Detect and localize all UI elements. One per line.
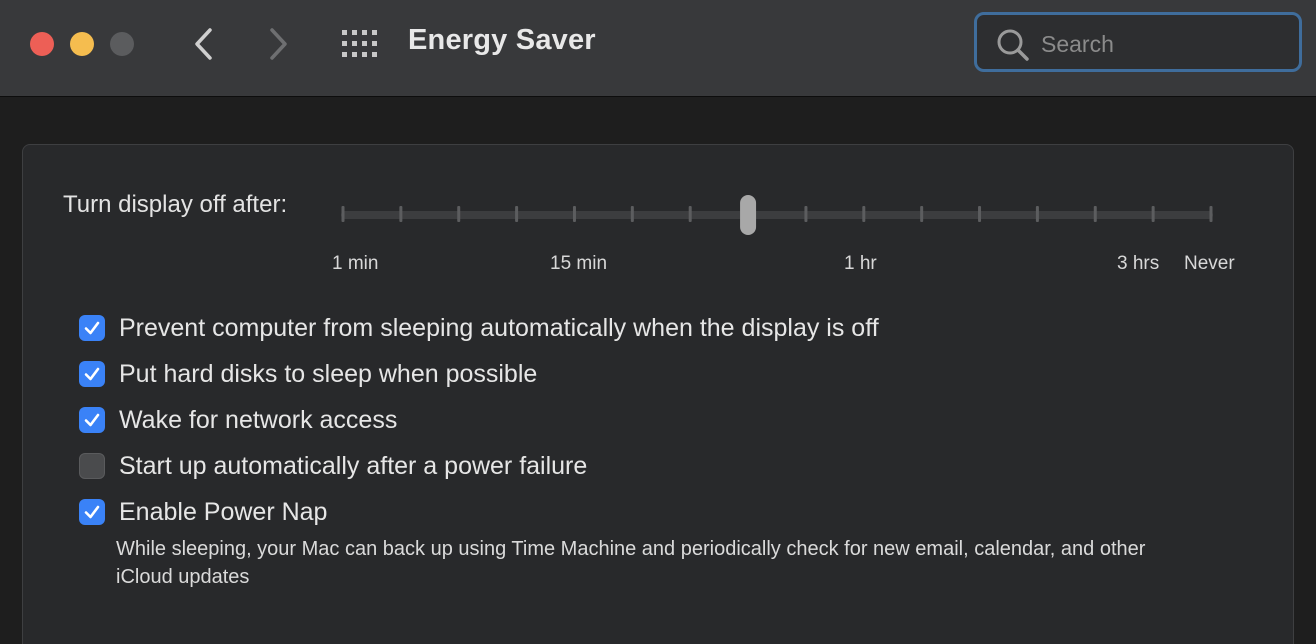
slider-tick [457, 206, 461, 222]
slider-tick [920, 206, 924, 222]
slider-label: Turn display off after: [63, 191, 288, 218]
forward-button[interactable] [260, 24, 296, 64]
zoom-button[interactable] [110, 32, 134, 56]
slider-tick [978, 206, 982, 222]
slider-tick [630, 206, 634, 222]
tick-label-1-min: 1 min [332, 253, 379, 274]
option-hard-disk-sleep[interactable]: Put hard disks to sleep when possible [79, 359, 537, 389]
tick-label-never: Never [1184, 253, 1235, 274]
window-title: Energy Saver [408, 24, 596, 56]
settings-panel: Turn display off after: 1 min 15 min 1 h… [22, 144, 1294, 644]
energy-saver-window: Energy Saver Turn display off after: 1 m… [0, 0, 1316, 644]
grid-icon [342, 30, 377, 57]
checkmark-icon [84, 367, 100, 381]
power-nap-label: Enable Power Nap [119, 497, 328, 526]
prevent-sleep-label: Prevent computer from sleeping automatic… [119, 313, 879, 342]
startup-after-power-failure-label: Start up automatically after a power fai… [119, 451, 588, 480]
wake-network-checkbox[interactable] [79, 407, 105, 433]
slider-track [341, 211, 1213, 219]
minimize-button[interactable] [70, 32, 94, 56]
option-wake-network[interactable]: Wake for network access [79, 405, 397, 435]
tick-label-15-min: 15 min [550, 253, 608, 274]
close-button[interactable] [30, 32, 54, 56]
slider-tick [1209, 206, 1213, 222]
display-sleep-slider[interactable] [341, 193, 1213, 237]
search-input[interactable] [1039, 25, 1283, 63]
tick-label-1-hr: 1 hr [844, 253, 877, 274]
option-power-nap[interactable]: Enable Power Nap [79, 497, 327, 527]
option-startup-after-power-failure[interactable]: Start up automatically after a power fai… [79, 451, 587, 481]
back-button[interactable] [186, 24, 222, 64]
slider-tick [1035, 206, 1039, 222]
tick-label-3-hrs: 3 hrs [1117, 253, 1160, 274]
chevron-right-icon [270, 28, 287, 60]
slider-tick [341, 206, 345, 222]
slider-thumb [740, 195, 757, 235]
show-all-button[interactable] [340, 28, 380, 60]
wake-network-label: Wake for network access [119, 405, 398, 434]
slider-tick [572, 206, 576, 222]
slider-tick [515, 206, 519, 222]
checkmark-icon [84, 321, 100, 335]
search-icon [997, 29, 1029, 61]
prevent-sleep-checkbox[interactable] [79, 315, 105, 341]
power-nap-description: While sleeping, your Mac can back up usi… [116, 538, 1146, 588]
search-field[interactable] [974, 12, 1302, 72]
startup-after-power-failure-checkbox[interactable] [79, 453, 105, 479]
checkmark-icon [84, 413, 100, 427]
slider-tick [862, 206, 866, 222]
power-nap-checkbox[interactable] [79, 499, 105, 525]
slider-tick [1151, 206, 1155, 222]
hard-disk-sleep-label: Put hard disks to sleep when possible [119, 359, 538, 388]
slider-tick [1093, 206, 1097, 222]
hard-disk-sleep-checkbox[interactable] [79, 361, 105, 387]
chevron-left-icon [195, 28, 212, 60]
toolbar: Energy Saver [0, 0, 1316, 97]
slider-tick [688, 206, 692, 222]
slider-tick [399, 206, 403, 222]
slider-tick [804, 206, 808, 222]
checkmark-icon [84, 505, 100, 519]
option-prevent-sleep[interactable]: Prevent computer from sleeping automatic… [79, 313, 879, 343]
